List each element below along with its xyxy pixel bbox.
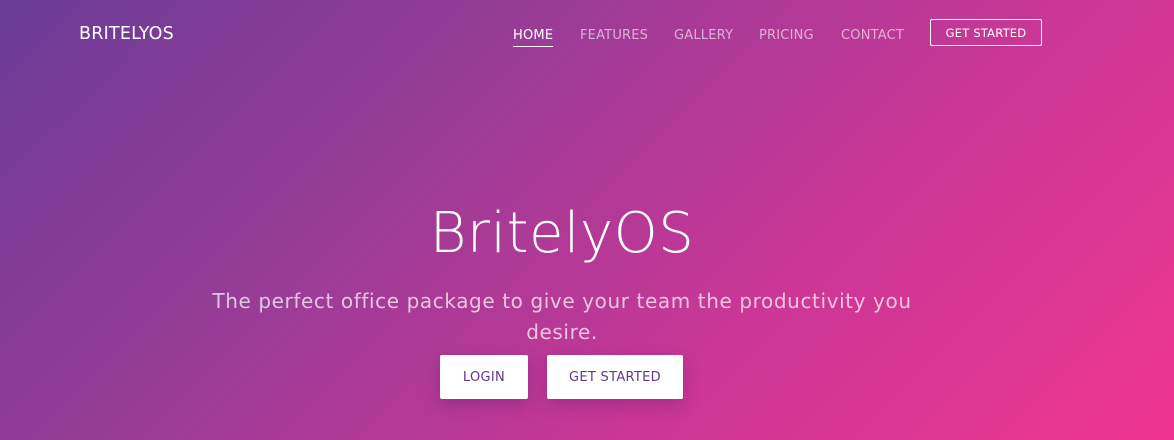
- nav-gallery-link[interactable]: GALLERY: [674, 27, 733, 45]
- nav-contact-link[interactable]: CONTACT: [841, 27, 904, 45]
- hero-subtitle: The perfect office package to give your …: [212, 289, 912, 344]
- nav-features-link[interactable]: FEATURES: [580, 27, 648, 45]
- login-button[interactable]: LOGIN: [440, 355, 528, 399]
- hero-title: BritelyOS: [429, 201, 695, 266]
- nav-home-link[interactable]: HOME: [513, 27, 554, 47]
- header-get-started-button[interactable]: GET STARTED: [930, 19, 1042, 46]
- hero-get-started-button[interactable]: GET STARTED: [547, 355, 683, 399]
- nav-pricing-link[interactable]: PRICING: [759, 27, 814, 45]
